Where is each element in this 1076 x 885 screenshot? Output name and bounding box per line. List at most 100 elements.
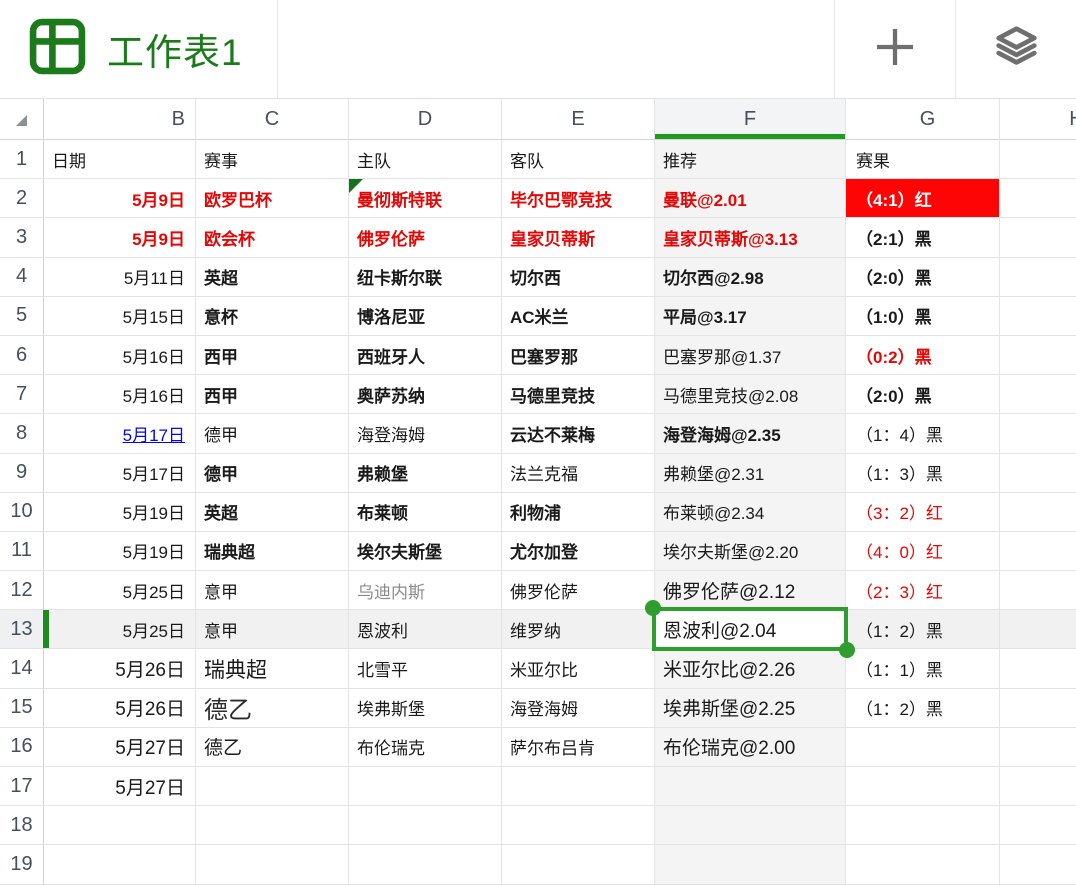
row-header-15[interactable]: 15: [0, 689, 44, 728]
cell-C19[interactable]: [196, 845, 349, 884]
cell-G1[interactable]: 赛果: [846, 140, 1000, 179]
column-header-F[interactable]: F: [655, 99, 846, 140]
cell-D4[interactable]: 纽卡斯尔联: [349, 258, 502, 297]
cell-E13[interactable]: 维罗纳: [502, 610, 655, 649]
cell-C9[interactable]: 德甲: [196, 454, 349, 493]
cell-F10[interactable]: 布莱顿@2.34: [655, 493, 846, 532]
column-header-D[interactable]: D: [349, 99, 502, 140]
cell-G13[interactable]: （1：2）黑: [846, 610, 1000, 649]
cell-C17[interactable]: [196, 767, 349, 806]
cell-F5[interactable]: 平局@3.17: [655, 297, 846, 336]
cell-B15[interactable]: 5月26日: [44, 689, 196, 728]
cell-B9[interactable]: 5月17日: [44, 454, 196, 493]
cell-D11[interactable]: 埃尔夫斯堡: [349, 532, 502, 571]
cell-E16[interactable]: 萨尔布吕肯: [502, 728, 655, 767]
column-header-G[interactable]: G: [846, 99, 1000, 140]
cell-D15[interactable]: 埃弗斯堡: [349, 689, 502, 728]
cell-E7[interactable]: 马德里竞技: [502, 375, 655, 414]
cell-E8[interactable]: 云达不莱梅: [502, 414, 655, 453]
cell-E19[interactable]: [502, 845, 655, 884]
cell-D9[interactable]: 弗赖堡: [349, 454, 502, 493]
row-header-7[interactable]: 7: [0, 375, 44, 414]
add-button[interactable]: [834, 0, 955, 98]
cell-G15[interactable]: （1：2）黑: [846, 689, 1000, 728]
cell-B14[interactable]: 5月26日: [44, 649, 196, 688]
cell-F11[interactable]: 埃尔夫斯堡@2.20: [655, 532, 846, 571]
cell-G12[interactable]: （2：3）红: [846, 571, 1000, 610]
cell-F2[interactable]: 曼联@2.01: [655, 179, 846, 218]
cell-C18[interactable]: [196, 806, 349, 845]
cell-G6[interactable]: （0:2）黑: [846, 336, 1000, 375]
cell-G14[interactable]: （1：1）黑: [846, 649, 1000, 688]
cell-H1[interactable]: [1000, 140, 1076, 179]
cell-F16[interactable]: 布伦瑞克@2.00: [655, 728, 846, 767]
cell-C5[interactable]: 意杯: [196, 297, 349, 336]
cell-G4[interactable]: （2:0）黑: [846, 258, 1000, 297]
cell-F4[interactable]: 切尔西@2.98: [655, 258, 846, 297]
cell-G18[interactable]: [846, 806, 1000, 845]
cell-C14[interactable]: 瑞典超: [196, 649, 349, 688]
row-header-5[interactable]: 5: [0, 297, 44, 336]
row-header-3[interactable]: 3: [0, 218, 44, 257]
cell-H17[interactable]: [1000, 767, 1076, 806]
cell-E1[interactable]: 客队: [502, 140, 655, 179]
cell-H6[interactable]: [1000, 336, 1076, 375]
cell-E9[interactable]: 法兰克福: [502, 454, 655, 493]
cell-C7[interactable]: 西甲: [196, 375, 349, 414]
row-header-11[interactable]: 11: [0, 532, 44, 571]
cell-E17[interactable]: [502, 767, 655, 806]
cell-F12[interactable]: 佛罗伦萨@2.12: [655, 571, 846, 610]
cell-F8[interactable]: 海登海姆@2.35: [655, 414, 846, 453]
row-header-6[interactable]: 6: [0, 336, 44, 375]
cell-H18[interactable]: [1000, 806, 1076, 845]
row-header-16[interactable]: 16: [0, 728, 44, 767]
cell-B11[interactable]: 5月19日: [44, 532, 196, 571]
cell-F17[interactable]: [655, 767, 846, 806]
row-header-4[interactable]: 4: [0, 258, 44, 297]
cell-D18[interactable]: [349, 806, 502, 845]
row-header-2[interactable]: 2: [0, 179, 44, 218]
cell-C10[interactable]: 英超: [196, 493, 349, 532]
cell-C4[interactable]: 英超: [196, 258, 349, 297]
layers-button[interactable]: [955, 0, 1076, 98]
row-header-9[interactable]: 9: [0, 454, 44, 493]
cell-B2[interactable]: 5月9日: [44, 179, 196, 218]
cell-H4[interactable]: [1000, 258, 1076, 297]
cell-H15[interactable]: [1000, 689, 1076, 728]
cell-B4[interactable]: 5月11日: [44, 258, 196, 297]
cell-D14[interactable]: 北雪平: [349, 649, 502, 688]
cell-E12[interactable]: 佛罗伦萨: [502, 571, 655, 610]
cell-H14[interactable]: [1000, 649, 1076, 688]
cell-H5[interactable]: [1000, 297, 1076, 336]
cell-H2[interactable]: [1000, 179, 1076, 218]
cell-C11[interactable]: 瑞典超: [196, 532, 349, 571]
cell-G5[interactable]: （1:0）黑: [846, 297, 1000, 336]
cell-E11[interactable]: 尤尔加登: [502, 532, 655, 571]
cell-D19[interactable]: [349, 845, 502, 884]
column-header-E[interactable]: E: [502, 99, 655, 140]
cell-E10[interactable]: 利物浦: [502, 493, 655, 532]
cell-H11[interactable]: [1000, 532, 1076, 571]
cell-B6[interactable]: 5月16日: [44, 336, 196, 375]
cell-B18[interactable]: [44, 806, 196, 845]
cell-G7[interactable]: （2:0）黑: [846, 375, 1000, 414]
cell-C16[interactable]: 德乙: [196, 728, 349, 767]
cell-C15[interactable]: 德乙: [196, 689, 349, 728]
select-all-corner[interactable]: [0, 99, 44, 140]
cell-G11[interactable]: （4：0）红: [846, 532, 1000, 571]
cell-C6[interactable]: 西甲: [196, 336, 349, 375]
cell-C1[interactable]: 赛事: [196, 140, 349, 179]
cell-B7[interactable]: 5月16日: [44, 375, 196, 414]
column-header-C[interactable]: C: [196, 99, 349, 140]
cell-D17[interactable]: [349, 767, 502, 806]
cell-F7[interactable]: 马德里竞技@2.08: [655, 375, 846, 414]
cell-D3[interactable]: 佛罗伦萨: [349, 218, 502, 257]
cell-H7[interactable]: [1000, 375, 1076, 414]
row-header-17[interactable]: 17: [0, 767, 44, 806]
cell-G8[interactable]: （1：4）黑: [846, 414, 1000, 453]
cell-E15[interactable]: 海登海姆: [502, 689, 655, 728]
cell-F6[interactable]: 巴塞罗那@1.37: [655, 336, 846, 375]
cell-G10[interactable]: （3：2）红: [846, 493, 1000, 532]
cell-F19[interactable]: [655, 845, 846, 884]
cell-B17[interactable]: 5月27日: [44, 767, 196, 806]
